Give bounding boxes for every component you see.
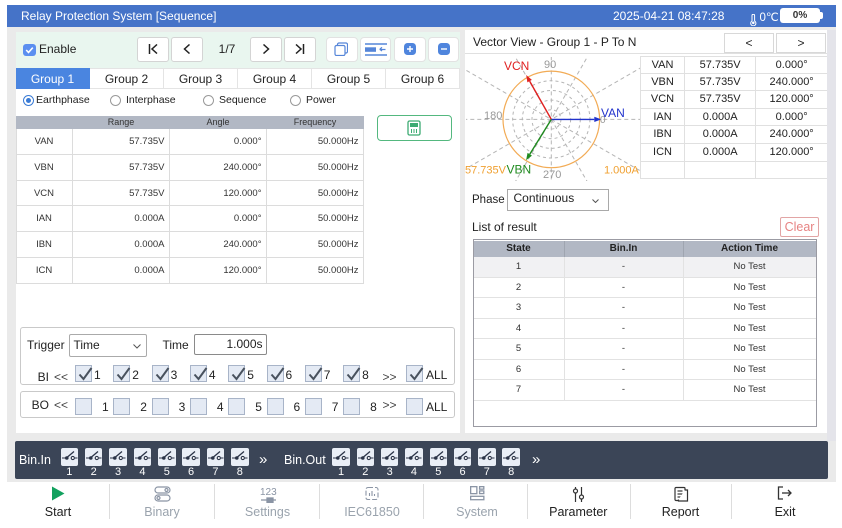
svg-text:90: 90 [544,59,556,71]
svg-text:VBN: VBN [507,163,532,177]
svg-text:VAN: VAN [601,106,625,120]
svg-text:123: 123 [260,487,277,498]
svg-text:57.735V: 57.735V [465,165,507,177]
svg-text:1.000A: 1.000A [604,165,640,177]
svg-text:270: 270 [543,169,561,181]
svg-text:VCN: VCN [504,59,529,73]
svg-text:180: 180 [484,110,502,122]
